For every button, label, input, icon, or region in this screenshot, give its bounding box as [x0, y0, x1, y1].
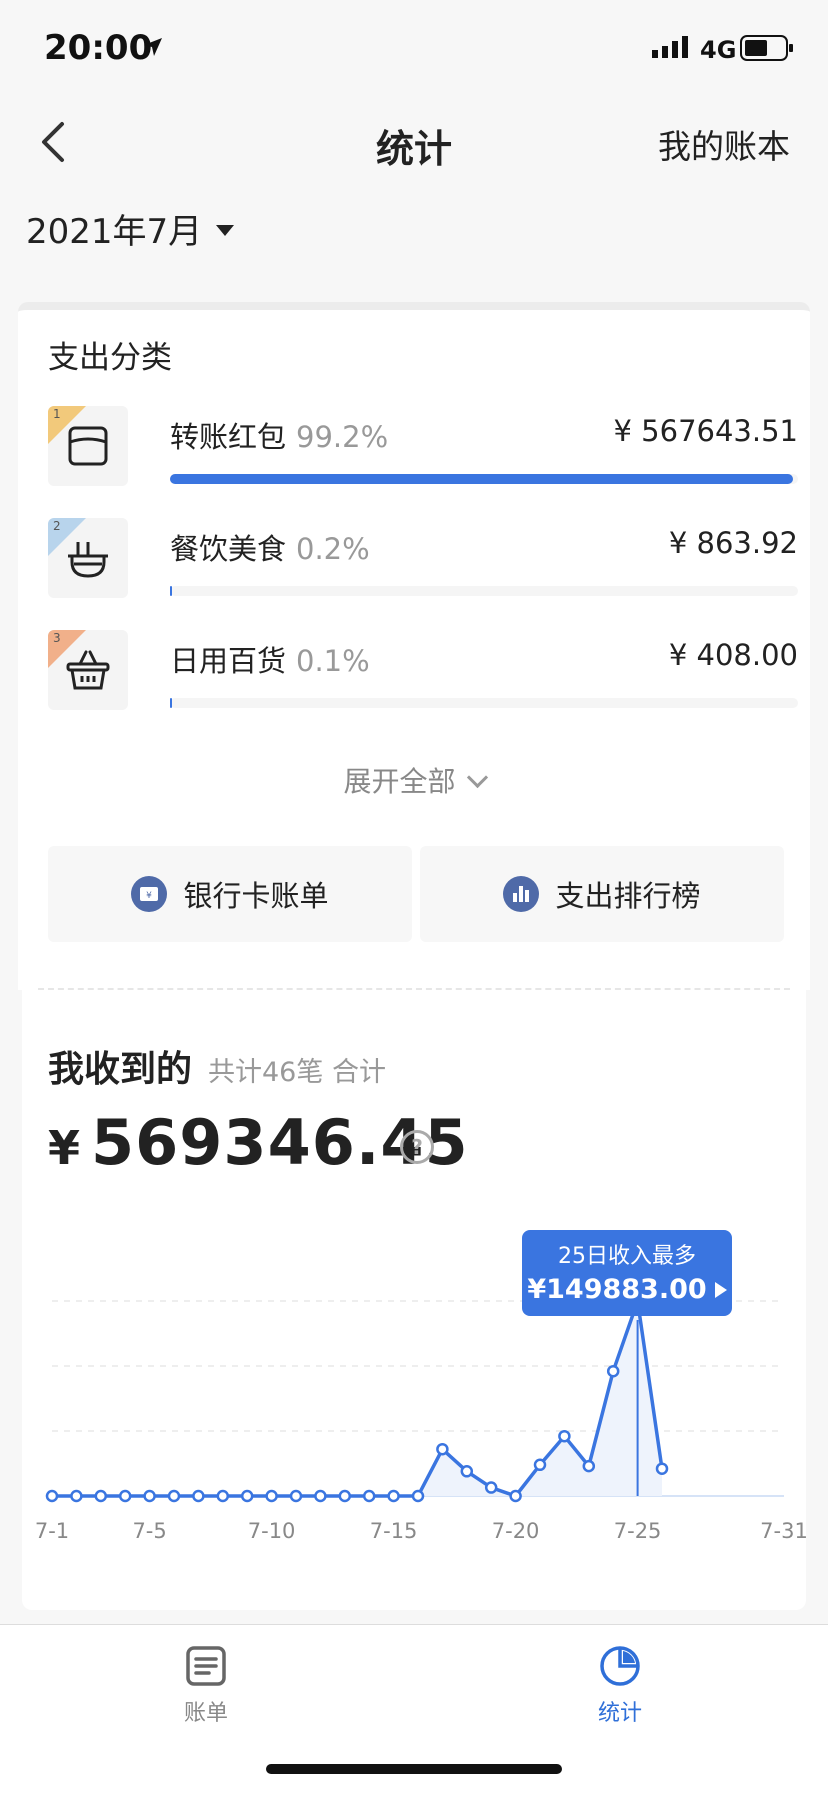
expand-all-button[interactable]: 展开全部 [18, 760, 810, 800]
my-ledger-link[interactable]: 我的账本 [658, 120, 790, 168]
data-point [484, 1481, 498, 1494]
data-point [118, 1489, 132, 1503]
category-bar [170, 586, 798, 596]
pie-chart-icon [600, 1646, 640, 1686]
expense-ranking-label: 支出排行榜 [555, 879, 701, 913]
x-tick-label: 7-10 [248, 1519, 296, 1543]
category-label: 转账红包 [170, 420, 287, 454]
category-icon-box: 2 [48, 518, 128, 598]
x-tick-label: 7-25 [614, 1519, 662, 1543]
month-picker[interactable]: 2021年7月 [26, 204, 235, 253]
category-percent: 0.2% [296, 532, 370, 566]
data-point [655, 1462, 669, 1475]
category-amount: ¥ 567643.51 [613, 414, 799, 448]
data-point [582, 1459, 596, 1473]
signal-icon [652, 36, 688, 58]
status-time: 20:00 [44, 28, 153, 68]
month-label: 2021年7月 [26, 212, 203, 252]
document-icon [186, 1646, 226, 1686]
x-tick-label: 7-15 [370, 1519, 418, 1543]
home-indicator [266, 1764, 562, 1774]
data-point [45, 1489, 59, 1503]
category-bar-fill [170, 698, 172, 708]
data-point [436, 1442, 449, 1456]
data-point [167, 1489, 181, 1503]
data-point [70, 1489, 83, 1503]
x-tick-label: 7-5 [132, 1519, 166, 1543]
data-point [265, 1489, 278, 1503]
category-bar-fill [170, 586, 172, 596]
category-label: 餐饮美食 [170, 532, 287, 566]
category-bar [170, 698, 798, 708]
data-point [460, 1465, 474, 1478]
x-tick-label: 7-31 [760, 1519, 806, 1543]
tooltip-value: ¥149883.00 [527, 1274, 707, 1305]
bank-card-icon: ¥ [131, 876, 168, 912]
data-point [558, 1429, 571, 1443]
max-income-tooltip[interactable]: 25日收入最多 ¥149883.00 [522, 1230, 732, 1316]
category-percent: 99.2% [296, 420, 389, 454]
category-icon-box: 3 [48, 630, 128, 710]
rank-number: 2 [53, 519, 61, 533]
income-area [52, 1301, 662, 1496]
svg-text:¥: ¥ [147, 891, 153, 901]
category-amount: ¥ 408.00 [668, 638, 798, 672]
category-row[interactable]: 3 日用百货 0.1% ¥ 408.00 [48, 630, 798, 730]
basket-icon [66, 650, 110, 690]
data-point [94, 1489, 108, 1503]
category-bar [170, 474, 798, 484]
data-point [509, 1489, 522, 1503]
expand-all-label: 展开全部 [343, 765, 456, 798]
bank-card-bill-label: 银行卡账单 [183, 879, 329, 913]
data-point [533, 1458, 547, 1472]
data-point [289, 1489, 303, 1503]
chevron-down-icon [466, 766, 488, 789]
data-point [143, 1489, 156, 1503]
x-tick-label: 7-20 [492, 1519, 540, 1543]
category-name: 餐饮美食 0.2% [170, 526, 370, 568]
caret-down-icon [216, 225, 235, 236]
tab-statistics-label: 统计 [597, 1701, 642, 1726]
data-point [387, 1489, 400, 1503]
data-point [362, 1489, 376, 1503]
category-row[interactable]: 2 餐饮美食 0.2% ¥ 863.92 [48, 518, 798, 618]
category-label: 日用百货 [170, 644, 287, 678]
category-name: 转账红包 99.2% [170, 414, 388, 456]
category-icon-box: 1 [48, 406, 128, 486]
expense-ranking-button[interactable]: 支出排行榜 [420, 846, 784, 942]
income-card: 我收到的 共计46笔 合计 ¥569346.45 ? 7-1 7-5 7-10 7-1… [22, 990, 806, 1610]
data-point [606, 1364, 620, 1378]
data-point [411, 1489, 425, 1503]
bowl-icon [68, 542, 108, 578]
location-arrow-icon [144, 38, 162, 56]
network-type: 4G [700, 36, 737, 64]
data-point [338, 1489, 352, 1503]
tooltip-title: 25日收入最多 [558, 1244, 696, 1269]
tab-bill-label: 账单 [183, 1701, 228, 1726]
expense-category-card: 支出分类 1 转账红包 99.2% ¥ 567643.51 2 餐饮美食 0.2… [18, 302, 810, 990]
category-name: 日用百货 0.1% [170, 638, 370, 680]
bar-chart-icon [503, 876, 540, 912]
data-point [216, 1489, 230, 1503]
rank-number: 3 [53, 631, 61, 645]
category-percent: 0.1% [296, 644, 370, 678]
data-point [240, 1489, 254, 1503]
bank-card-bill-button[interactable]: ¥ 银行卡账单 [48, 846, 412, 942]
tab-statistics[interactable]: 统计 [560, 1645, 680, 1727]
category-bar-fill [170, 474, 793, 484]
data-point [192, 1489, 205, 1503]
data-point [314, 1489, 327, 1503]
play-arrow-icon [714, 1282, 727, 1298]
category-row[interactable]: 1 转账红包 99.2% ¥ 567643.51 [48, 406, 798, 506]
category-amount: ¥ 863.92 [668, 526, 798, 560]
x-tick-label: 7-1 [35, 1519, 69, 1543]
tooltip-value-row: ¥149883.00 [522, 1274, 732, 1305]
expense-section-title: 支出分类 [48, 340, 172, 376]
rank-number: 1 [53, 407, 61, 421]
wallet-icon [68, 426, 108, 466]
battery-icon [740, 35, 793, 61]
tab-bill[interactable]: 账单 [146, 1645, 266, 1727]
status-bar: 20:00 4G [0, 0, 828, 100]
